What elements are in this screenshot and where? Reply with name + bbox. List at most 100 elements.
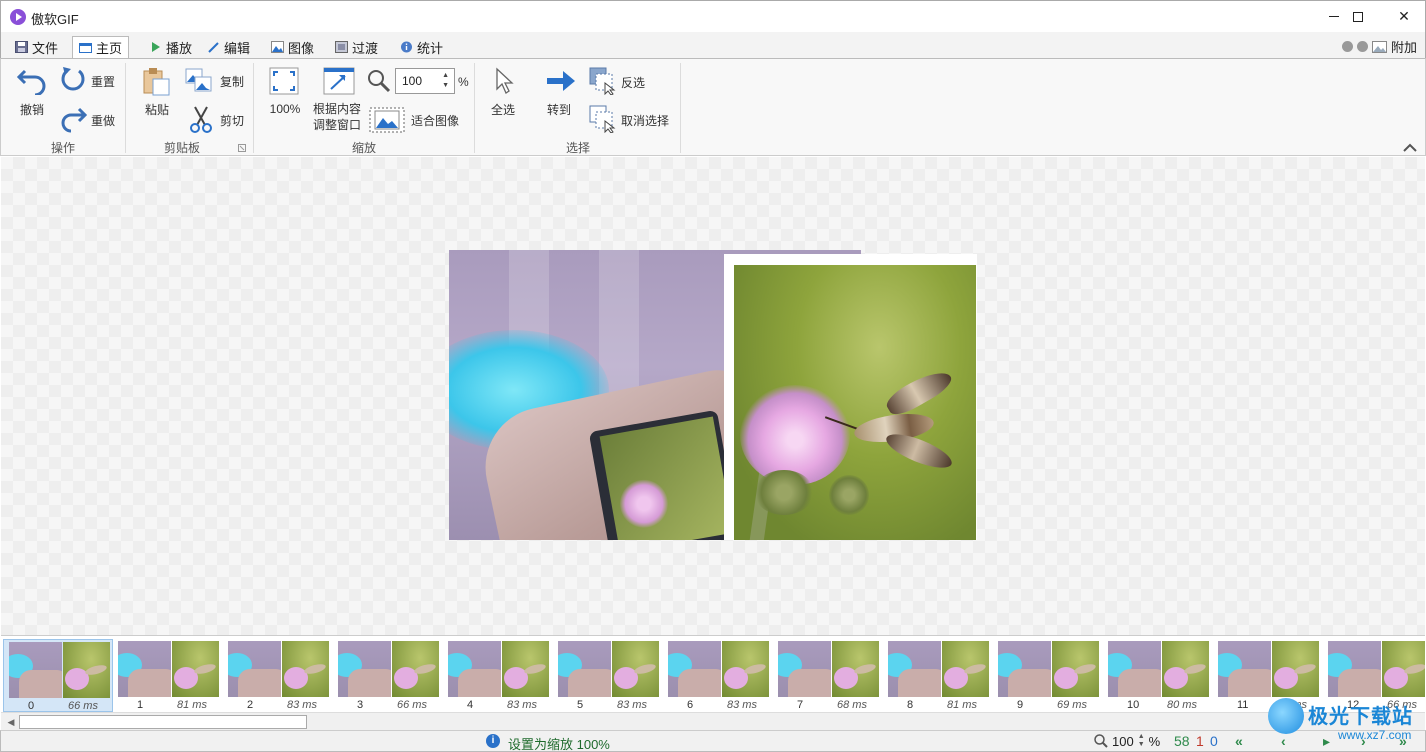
fit-image-icon xyxy=(369,107,405,133)
attach-label[interactable]: 附加 xyxy=(1391,37,1417,56)
frame-index: 3 xyxy=(357,699,364,711)
frame-duration: 68 ms xyxy=(837,699,867,711)
frame-image-left xyxy=(449,250,724,540)
frame-duration: 69 ms xyxy=(1057,699,1087,711)
thumbnail-image xyxy=(778,641,831,697)
zoom-spinner[interactable]: ▲ ▼ xyxy=(442,71,449,91)
invert-selection-icon xyxy=(589,67,616,95)
frame-thumbnail[interactable]: 10 80 ms xyxy=(1103,639,1213,712)
thumbnail-image xyxy=(1218,641,1271,697)
tab-image[interactable]: 图像 xyxy=(265,36,320,58)
frame-index: 7 xyxy=(797,699,804,711)
frame-count-current: 0 xyxy=(1210,733,1218,749)
frame-thumbnail[interactable]: 9 69 ms xyxy=(993,639,1103,712)
dialog-launcher-icon[interactable] xyxy=(238,144,246,152)
tab-file[interactable]: 文件 xyxy=(9,36,64,58)
info-icon: i xyxy=(486,734,500,748)
group-separator xyxy=(253,63,254,153)
thumbnail-image xyxy=(228,641,281,697)
thumbnail-image xyxy=(448,641,501,697)
zoom-percent-label: % xyxy=(458,75,469,89)
cut-button[interactable]: 剪切 xyxy=(220,112,244,129)
frame-thumbnail[interactable]: 7 68 ms xyxy=(773,639,883,712)
phone xyxy=(588,409,724,540)
app-logo-icon xyxy=(10,9,26,25)
undo-button[interactable]: 撤销 xyxy=(15,101,49,118)
tab-transition[interactable]: 过渡 xyxy=(329,36,384,58)
fit-image-button[interactable]: 适合图像 xyxy=(411,112,459,129)
zoom-magnifier-icon xyxy=(1094,734,1108,748)
paste-button[interactable]: 粘贴 xyxy=(142,101,172,118)
attach-image-icon[interactable] xyxy=(1371,40,1387,53)
frame-index: 10 xyxy=(1127,699,1140,711)
zoom-spinner[interactable]: ▲ ▼ xyxy=(1138,733,1145,749)
frame-thumbnail[interactable]: 3 66 ms xyxy=(333,639,443,712)
thumbnail-image xyxy=(338,641,391,697)
status-bar: i 设置为缩放 100% 100 ▲ ▼ % 58 1 0 « ‹ ▸ › » xyxy=(0,730,1426,752)
close-button[interactable]: ✕ xyxy=(1381,1,1426,32)
frame-duration: 80 ms xyxy=(1167,699,1197,711)
thumbnail-image xyxy=(942,641,989,697)
frame-thumbnail[interactable]: 6 83 ms xyxy=(663,639,773,712)
deselect-button[interactable]: 取消选择 xyxy=(621,112,669,129)
frame-thumbnail[interactable]: 4 83 ms xyxy=(443,639,553,712)
thumbnail-image xyxy=(1382,641,1425,697)
first-frame-icon[interactable]: « xyxy=(1235,733,1243,749)
pencil-icon xyxy=(208,42,219,53)
group-label-clipboard: 剪贴板 xyxy=(163,141,200,155)
thumbnail-image xyxy=(832,641,879,697)
frame-thumbnail[interactable]: 0 66 ms xyxy=(3,639,113,712)
select-all-button[interactable]: 全选 xyxy=(491,101,515,118)
frame-duration: 83 ms xyxy=(287,699,317,711)
filmstrip-scrollbar[interactable]: ◀ xyxy=(1,712,1425,730)
play-icon xyxy=(152,42,160,52)
tab-edit[interactable]: 编辑 xyxy=(201,36,256,58)
actual-size-button[interactable]: 100% xyxy=(268,102,302,116)
frame-count-total: 58 xyxy=(1174,733,1190,749)
info-icon xyxy=(401,41,412,53)
image-canvas[interactable] xyxy=(1,157,1425,635)
tab-statistics[interactable]: 统计 xyxy=(394,36,449,58)
invert-selection-button[interactable]: 反选 xyxy=(621,74,645,91)
redo-button[interactable]: 重做 xyxy=(91,112,115,129)
frame-duration: 66 ms xyxy=(68,700,98,712)
watermark-icon xyxy=(1268,698,1304,734)
group-label-operations: 操作 xyxy=(50,141,75,155)
frame-thumbnail[interactable]: 1 81 ms xyxy=(113,639,223,712)
ribbon: 撤销 重置 重做 操作 粘贴 复制 剪切 剪贴板 100% 根据内容 调整窗口 … xyxy=(0,58,1426,156)
thistle-flower xyxy=(740,385,850,485)
status-zoom[interactable]: 100 ▲ ▼ % xyxy=(1094,733,1160,749)
scroll-left-icon[interactable]: ◀ xyxy=(3,714,19,730)
undo-icon xyxy=(17,69,46,95)
image-icon xyxy=(271,41,284,53)
thumbnail-image xyxy=(1328,641,1381,697)
frame-count-selected: 1 xyxy=(1196,733,1204,749)
thumbnail-image xyxy=(998,641,1051,697)
frame-thumbnail[interactable]: 8 81 ms xyxy=(883,639,993,712)
user-icon[interactable] xyxy=(1341,41,1353,52)
frame-duration: 81 ms xyxy=(947,699,977,711)
fit-content-button[interactable]: 根据内容 调整窗口 xyxy=(313,101,361,133)
copy-button[interactable]: 复制 xyxy=(220,73,244,90)
maximize-button[interactable] xyxy=(1335,1,1381,32)
frame-thumbnail[interactable]: 2 83 ms xyxy=(223,639,333,712)
frame-thumbnail[interactable]: 5 83 ms xyxy=(553,639,663,712)
frame-index: 6 xyxy=(687,699,694,711)
frame-index: 8 xyxy=(907,699,914,711)
chat-icon[interactable] xyxy=(1356,41,1368,52)
thumbnail-image xyxy=(1162,641,1209,697)
reset-button[interactable]: 重置 xyxy=(91,73,115,90)
tab-play[interactable]: 播放 xyxy=(143,36,198,58)
tab-home[interactable]: 主页 xyxy=(72,36,130,59)
thumbnail-image xyxy=(63,642,110,698)
paste-icon xyxy=(143,68,170,96)
thumbnail-image xyxy=(118,641,171,697)
group-label-zoom: 缩放 xyxy=(351,141,376,155)
zoom-input[interactable]: 100 ▲ ▼ xyxy=(395,68,455,94)
frame-index: 4 xyxy=(467,699,474,711)
frame-index: 11 xyxy=(1237,699,1249,711)
scrollbar-thumb[interactable] xyxy=(19,715,307,729)
collapse-ribbon-icon[interactable] xyxy=(1402,143,1418,153)
goto-button[interactable]: 转到 xyxy=(547,101,571,118)
transition-icon xyxy=(335,41,348,53)
